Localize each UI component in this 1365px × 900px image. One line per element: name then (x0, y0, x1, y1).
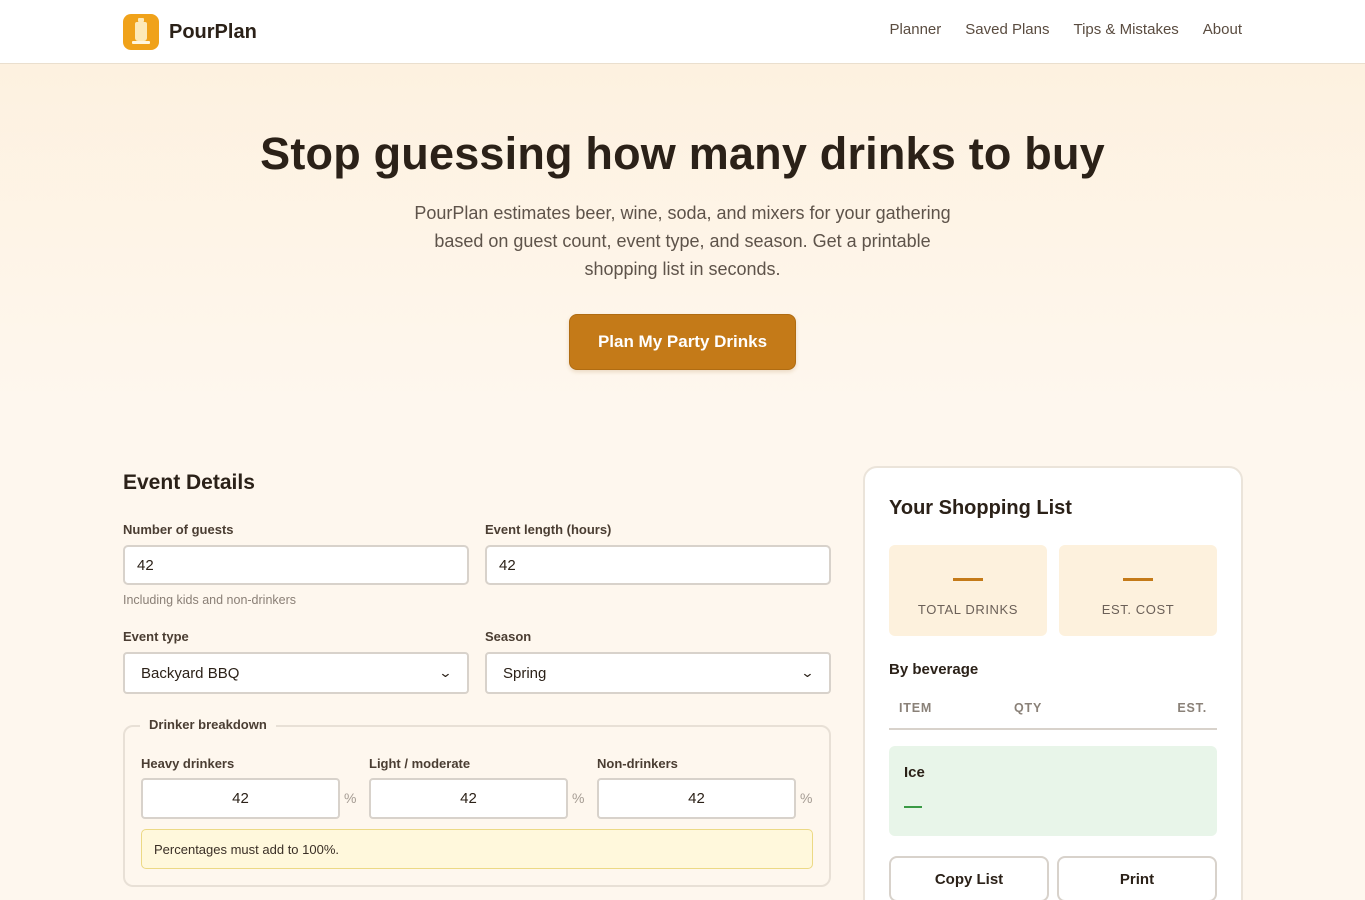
guests-input[interactable]: 42 (123, 545, 469, 585)
non-drinkers-input[interactable]: 42 (597, 778, 796, 819)
total-drinks-label: TOTAL DRINKS (917, 602, 1019, 617)
brand-name: PourPlan (169, 20, 257, 43)
print-button[interactable]: Print (1057, 856, 1217, 900)
hero-subtitle: PourPlan estimates beer, wine, soda, and… (414, 203, 951, 279)
percent-sign: % (800, 790, 813, 806)
event-type-select[interactable]: Backyard BBQ ⌄ (123, 652, 469, 694)
est-cost-label: EST. COST (1101, 602, 1175, 617)
percentage-warning: Percentages must add to 100%. (141, 829, 813, 869)
heavy-drinkers-label: Heavy drinkers (141, 756, 235, 771)
table-row: Ice (889, 746, 1217, 836)
nav-link-saved-plans[interactable]: Saved Plans (965, 21, 1049, 38)
event-length-label: Event length (hours) (485, 522, 612, 537)
column-header-item: ITEM (899, 701, 933, 715)
chevron-down-icon: ⌄ (438, 665, 453, 680)
row-item-name: Ice (904, 764, 925, 781)
nav-link-planner[interactable]: Planner (890, 21, 942, 38)
brand[interactable]: PourPlan (123, 14, 257, 50)
event-length-input[interactable]: 42 (485, 545, 831, 585)
total-drinks-stat: TOTAL DRINKS (889, 545, 1047, 636)
est-cost-value (1123, 578, 1153, 581)
event-type-label: Event type (123, 629, 189, 644)
light-drinkers-label: Light / moderate (369, 756, 471, 771)
nav-link-tips[interactable]: Tips & Mistakes (1073, 21, 1178, 38)
guests-hint: Including kids and non-drinkers (123, 593, 297, 607)
light-drinkers-input[interactable]: 42 (369, 778, 568, 819)
guests-label: Number of guests (123, 522, 234, 537)
drinker-breakdown-legend: Drinker breakdown (140, 717, 276, 732)
chevron-down-icon: ⌄ (800, 665, 815, 680)
column-header-qty: QTY (1014, 701, 1043, 715)
top-navigation-bar: PourPlan Planner Saved Plans Tips & Mist… (0, 0, 1365, 64)
total-drinks-value (953, 578, 983, 581)
copy-list-button[interactable]: Copy List (889, 856, 1049, 900)
row-item-quantity (904, 806, 922, 808)
by-beverage-heading: By beverage (889, 661, 979, 678)
event-type-value: Backyard BBQ (141, 664, 240, 682)
non-drinkers-label: Non-drinkers (597, 756, 678, 771)
season-label: Season (485, 629, 532, 644)
nav-link-about[interactable]: About (1203, 21, 1242, 38)
event-details-title: Event Details (123, 471, 255, 494)
hero-title: Stop guessing how many drinks to buy (260, 128, 1105, 179)
season-select[interactable]: Spring ⌄ (485, 652, 831, 694)
heavy-drinkers-input[interactable]: 42 (141, 778, 340, 819)
est-cost-stat: EST. COST (1059, 545, 1217, 636)
percent-sign: % (344, 790, 357, 806)
beverage-table-header: ITEM QTY EST. (889, 690, 1217, 730)
main-nav: Planner Saved Plans Tips & Mistakes Abou… (890, 21, 1242, 38)
cup-logo-icon (123, 14, 159, 50)
season-value: Spring (503, 664, 547, 682)
percent-sign: % (572, 790, 585, 806)
column-header-est: EST. (1177, 701, 1207, 715)
plan-drinks-button[interactable]: Plan My Party Drinks (569, 314, 796, 370)
shopping-list-title: Your Shopping List (889, 497, 1072, 519)
